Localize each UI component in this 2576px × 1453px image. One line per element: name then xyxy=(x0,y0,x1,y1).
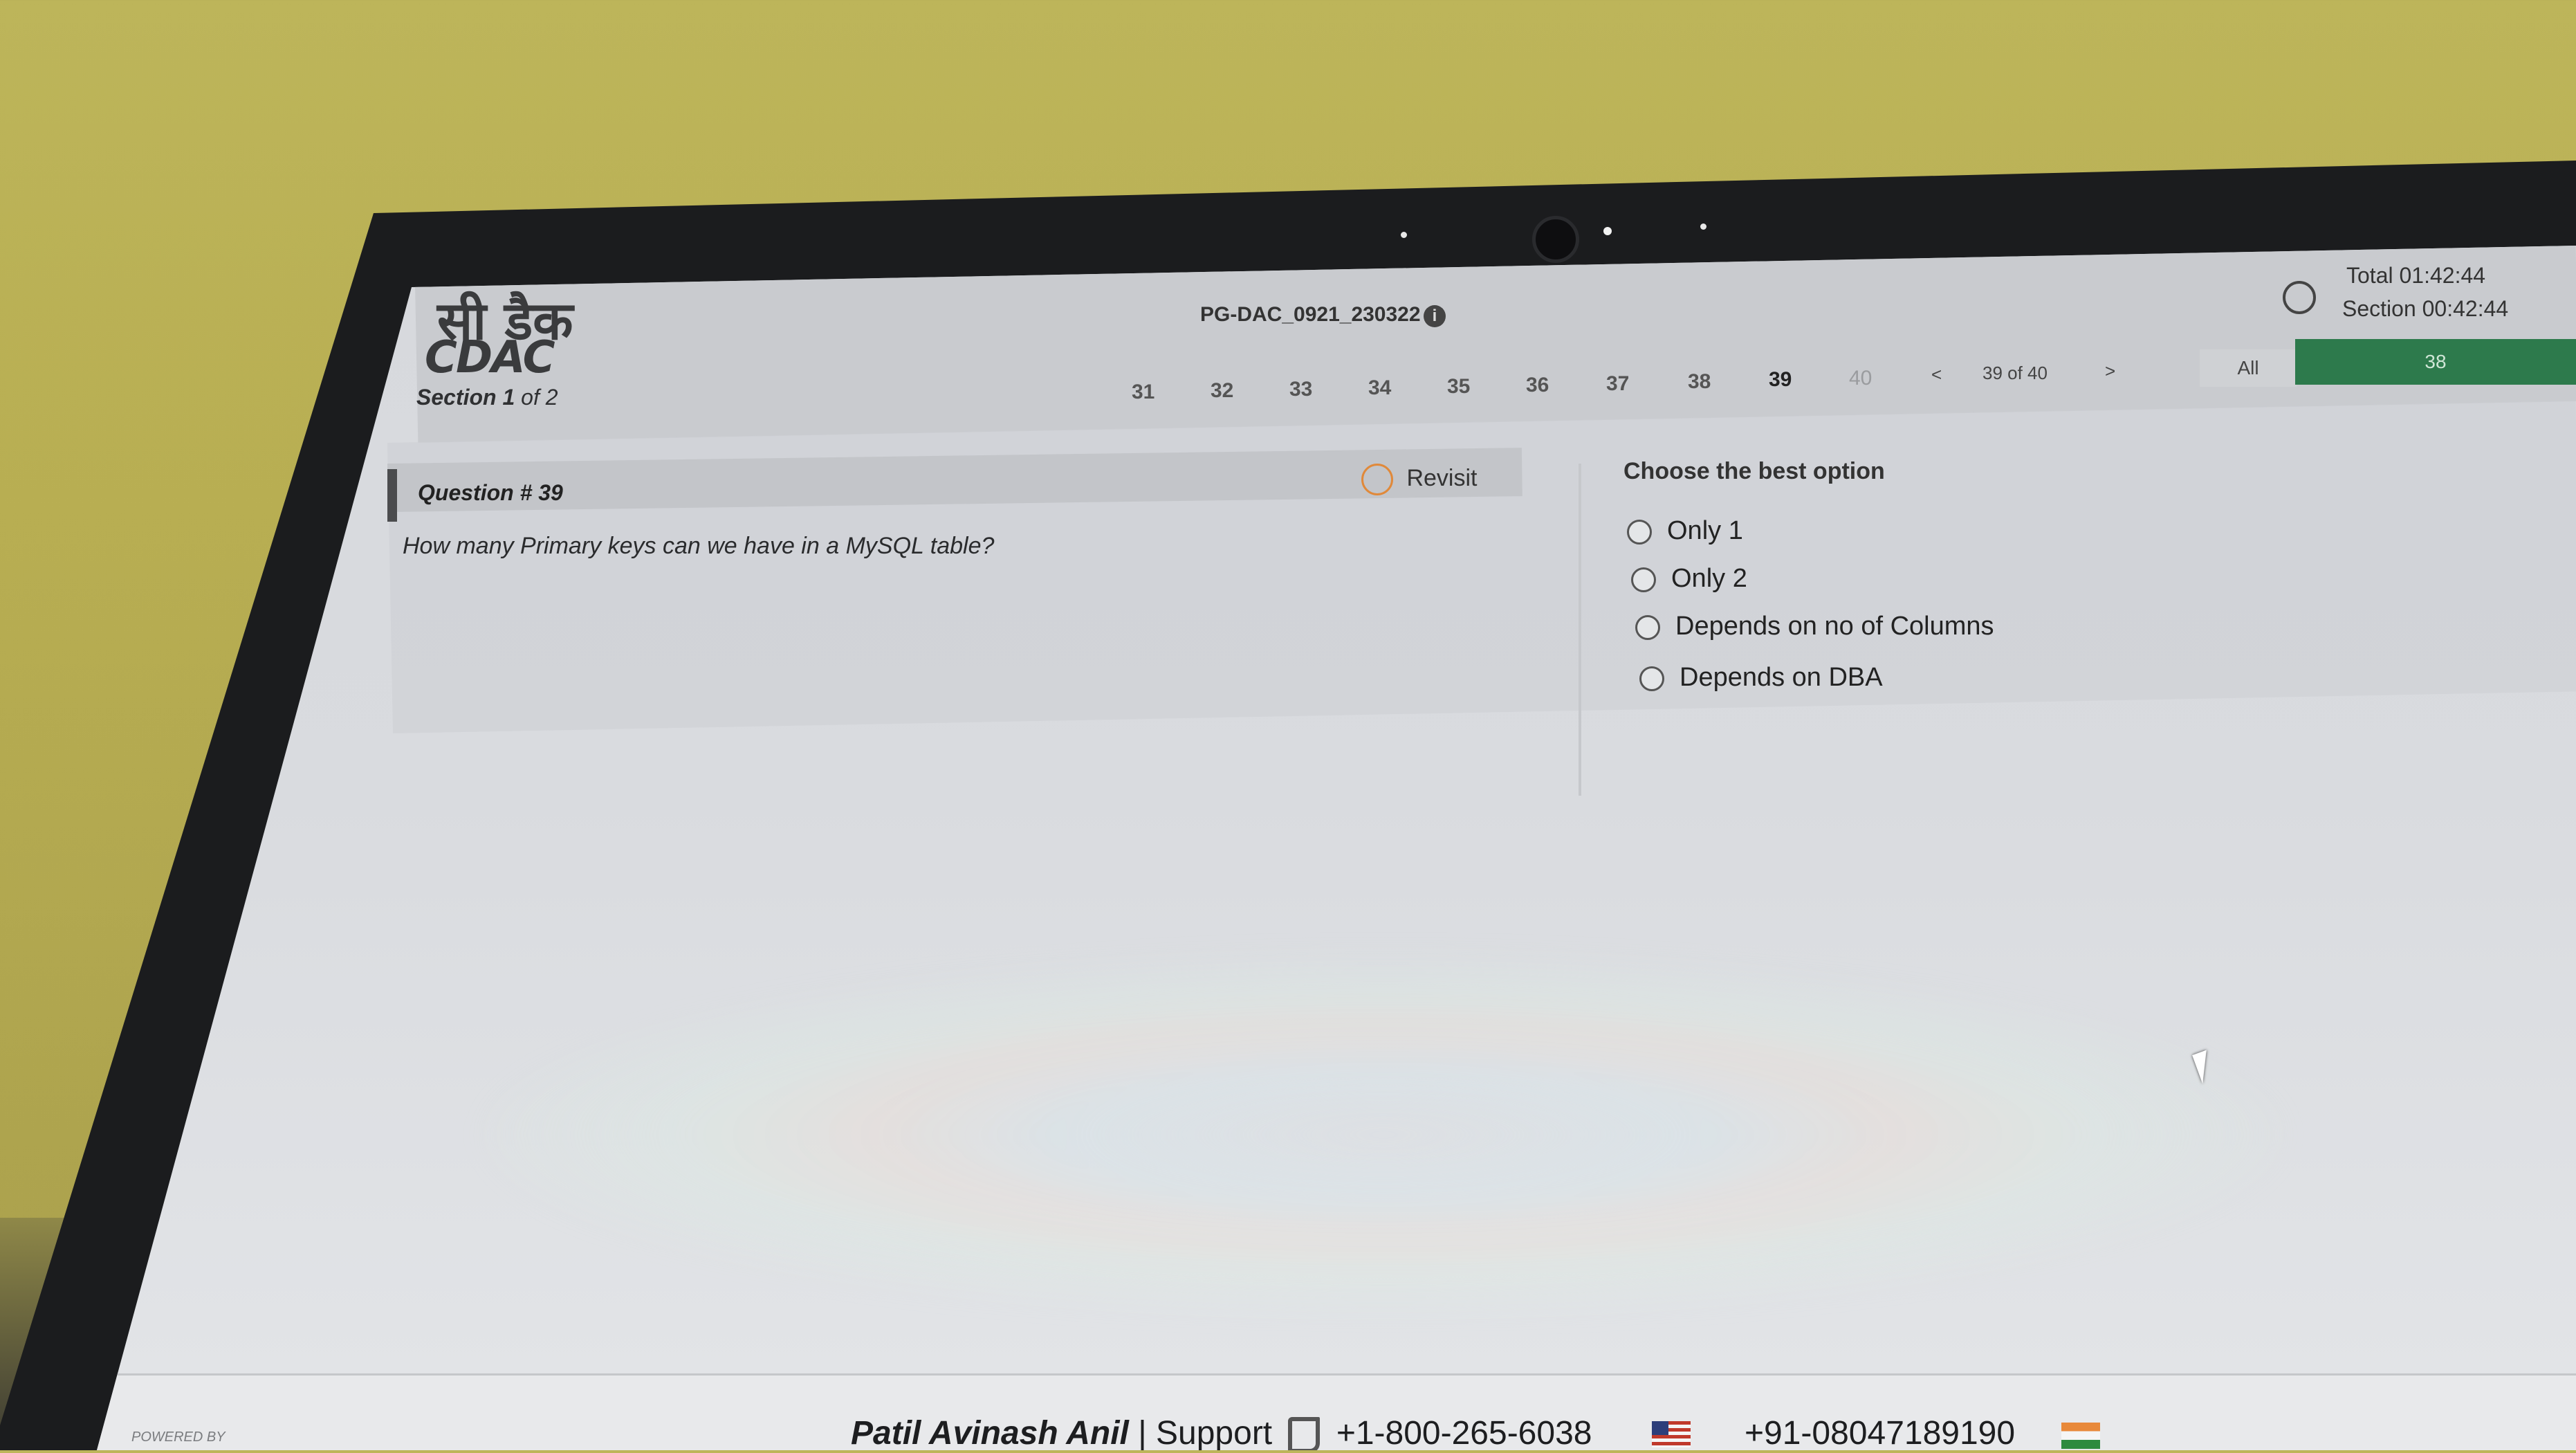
us-flag-icon xyxy=(1652,1421,1691,1447)
candidate-name: Patil Avinash Anil xyxy=(851,1415,1129,1452)
revisit-button[interactable]: Revisit xyxy=(1361,464,1477,495)
panel-divider xyxy=(1579,464,1581,796)
revisit-label: Revisit xyxy=(1406,464,1478,491)
option-3-radio[interactable] xyxy=(1635,614,1660,640)
test-id: PG-DAC_0921_230322 xyxy=(1200,303,1421,326)
section-indicator: Section 1 of 2 xyxy=(416,385,558,410)
cdac-logo-english: CDAC xyxy=(425,332,555,383)
question-nav-39[interactable]: 39 xyxy=(1769,368,1792,392)
question-nav-31[interactable]: 31 xyxy=(1132,381,1154,404)
option-4[interactable]: Depends on DBA xyxy=(1639,663,1883,693)
question-text: How many Primary keys can we have in a M… xyxy=(403,533,995,559)
question-nav-38[interactable]: 38 xyxy=(1688,370,1711,394)
prev-question-button[interactable]: < xyxy=(1931,364,1942,385)
section-timer: Section 00:42:44 xyxy=(2342,296,2509,321)
question-position: 39 of 40 xyxy=(1982,363,2048,383)
section-current: 1 xyxy=(502,385,515,410)
question-nav-37[interactable]: 37 xyxy=(1606,372,1629,396)
info-icon[interactable]: i xyxy=(1424,305,1446,327)
pencil-icon xyxy=(1361,464,1393,495)
option-2-radio[interactable] xyxy=(1631,567,1656,592)
filter-all-button[interactable]: All xyxy=(2200,349,2297,387)
support-phone-in: +91-08047189190 xyxy=(1745,1415,2016,1452)
option-2[interactable]: Only 2 xyxy=(1631,564,1747,594)
ambient-sensor-left xyxy=(1401,232,1407,238)
option-1-radio[interactable] xyxy=(1627,519,1652,545)
option-4-label: Depends on DBA xyxy=(1680,663,1883,692)
option-3-label: Depends on no of Columns xyxy=(1675,612,1994,641)
support-label: Support xyxy=(1156,1415,1273,1452)
next-question-button[interactable]: > xyxy=(2105,360,2115,382)
section-prefix: Section xyxy=(416,385,497,410)
webcam xyxy=(1532,216,1579,263)
question-nav-32[interactable]: 32 xyxy=(1211,379,1233,403)
option-3[interactable]: Depends on no of Columns xyxy=(1635,612,1994,641)
option-4-radio[interactable] xyxy=(1639,666,1664,691)
clock-icon xyxy=(2283,281,2316,314)
screen-moire xyxy=(484,955,2283,1315)
option-1[interactable]: Only 1 xyxy=(1627,516,1743,546)
support-phone-us: +1-800-265-6038 xyxy=(1336,1415,1592,1452)
footer-support-info: Patil Avinash Anil | Support +1-800-265-… xyxy=(851,1414,1592,1452)
footer-separator: | xyxy=(1138,1415,1147,1452)
webcam-led xyxy=(1603,227,1612,235)
question-title-accent xyxy=(387,469,397,522)
section-suffix: of 2 xyxy=(521,385,558,410)
option-2-label: Only 2 xyxy=(1671,564,1747,593)
options-heading: Choose the best option xyxy=(1623,458,1885,484)
india-flag-icon xyxy=(2061,1423,2100,1449)
question-nav-34[interactable]: 34 xyxy=(1368,376,1391,400)
test-id-box: PG-DAC_0921_230322 i xyxy=(1200,303,1446,327)
phone-icon xyxy=(1288,1417,1321,1450)
answered-count-badge[interactable]: 38 xyxy=(2295,339,2576,385)
powered-by-label: POWERED BY xyxy=(131,1429,226,1445)
question-nav-35[interactable]: 35 xyxy=(1447,375,1470,399)
question-nav-40[interactable]: 40 xyxy=(1849,367,1872,390)
question-title: Question # 39 xyxy=(418,480,563,505)
ambient-sensor-right xyxy=(1700,223,1706,230)
question-nav-33[interactable]: 33 xyxy=(1289,378,1312,401)
option-1-label: Only 1 xyxy=(1667,516,1743,545)
total-timer: Total 01:42:44 xyxy=(2346,263,2486,288)
question-nav-36[interactable]: 36 xyxy=(1526,374,1549,397)
